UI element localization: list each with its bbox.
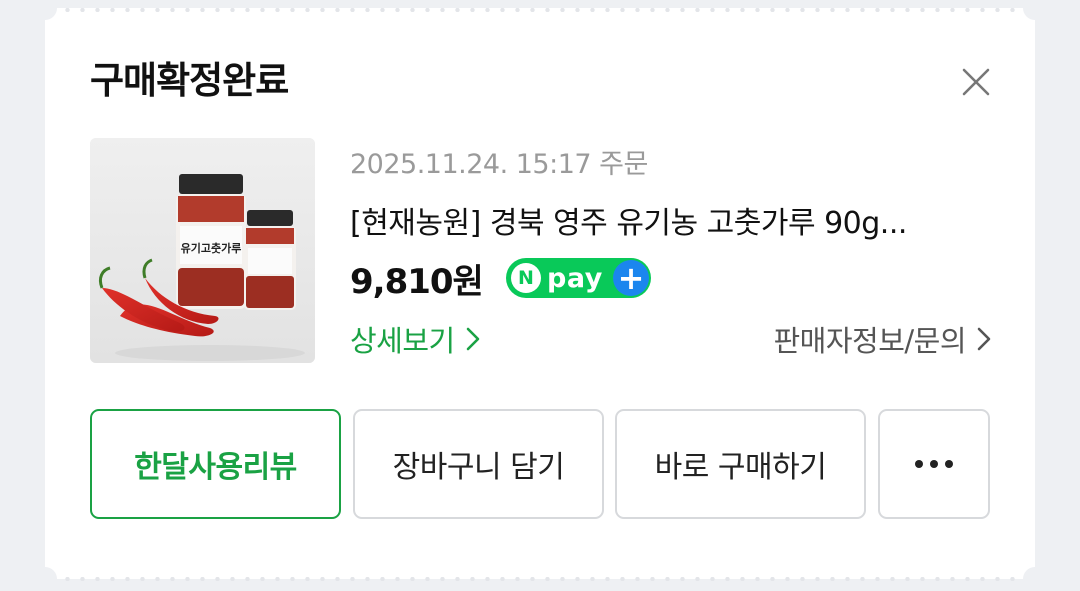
add-to-cart-label: 장바구니 담기 [392, 450, 565, 485]
view-detail-link[interactable]: 상세보기 [350, 318, 481, 360]
seller-info-link[interactable]: 판매자정보/문의 [773, 318, 992, 360]
order-date: 2025.11.24. 15:17 주문 [350, 149, 648, 180]
dialog-title: 구매확정완료 [90, 59, 289, 102]
monthly-review-label: 한달사용리뷰 [134, 450, 297, 485]
ticket-edge-top [60, 8, 1020, 12]
npay-label: pay [547, 262, 603, 294]
buy-now-label: 바로 구매하기 [654, 450, 827, 485]
ticket-edge-bottom [60, 577, 1020, 581]
close-button[interactable] [956, 62, 996, 102]
view-detail-label: 상세보기 [350, 324, 455, 358]
close-icon [962, 68, 990, 96]
seller-info-label: 판매자정보/문의 [773, 324, 966, 358]
ticket-notch [33, 567, 57, 591]
product-name[interactable]: [현재농원] 경북 영주 유기농 고춧가루 90g... [350, 198, 990, 242]
npay-plus-badge: N pay + [506, 258, 651, 298]
more-horizontal-icon [915, 460, 953, 468]
naver-n-icon: N [511, 263, 541, 293]
monthly-review-button[interactable]: 한달사용리뷰 [90, 409, 341, 519]
product-image[interactable]: 유기고춧가루 [90, 138, 315, 363]
ticket-notch [1023, 567, 1047, 591]
more-options-button[interactable] [878, 409, 990, 519]
chevron-right-icon [466, 327, 480, 351]
jar-label: 유기고춧가루 [181, 241, 242, 255]
buy-now-button[interactable]: 바로 구매하기 [615, 409, 866, 519]
plus-icon: + [613, 260, 649, 296]
chevron-right-icon [977, 327, 991, 351]
chili-powder-jars-image: 유기고춧가루 [90, 138, 315, 363]
product-price: 9,810원 [350, 262, 484, 302]
ticket-notch [1023, 0, 1047, 20]
add-to-cart-button[interactable]: 장바구니 담기 [353, 409, 604, 519]
